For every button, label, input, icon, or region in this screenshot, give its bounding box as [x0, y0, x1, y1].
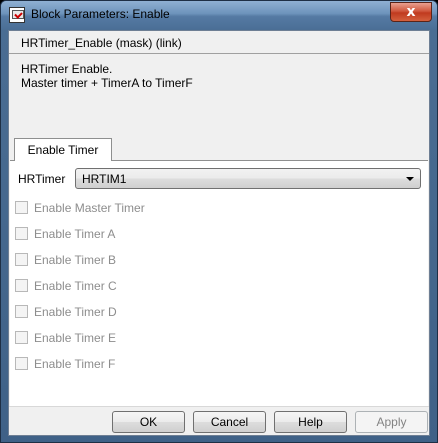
enable-timer-d-checkbox[interactable] — [15, 305, 28, 318]
hrtimer-select-value: HRTIM1 — [82, 172, 127, 186]
tab-enable-timer[interactable]: Enable Timer — [14, 138, 112, 161]
window-title: Block Parameters: Enable — [31, 7, 170, 21]
hrtimer-select[interactable]: HRTIM1 — [75, 168, 421, 189]
enable-master-timer-label: Enable Master Timer — [34, 201, 145, 215]
enable-timer-e-label: Enable Timer E — [34, 331, 117, 345]
enable-timer-c-checkbox[interactable] — [15, 279, 28, 292]
mask-header: HRTimer_Enable (mask) (link) HRTimer Ena… — [9, 31, 429, 135]
dialog-client-area: HRTimer_Enable (mask) (link) HRTimer Ena… — [8, 30, 430, 436]
close-icon: x — [406, 4, 416, 20]
enable-master-timer-checkbox[interactable] — [15, 201, 28, 214]
cancel-button[interactable]: Cancel — [193, 411, 266, 433]
simulink-block-icon — [9, 7, 25, 23]
title-bar[interactable]: Block Parameters: Enable x — [1, 1, 437, 29]
footer-divider — [9, 406, 429, 407]
enable-timer-b-checkbox[interactable] — [15, 253, 28, 266]
apply-button[interactable]: Apply — [355, 411, 428, 433]
tab-panel-enable-timer: HRTimer HRTIM1 Enable Master Timer Enabl… — [10, 160, 428, 406]
enable-timer-a-checkbox[interactable] — [15, 227, 28, 240]
enable-timer-f-checkbox[interactable] — [15, 357, 28, 370]
help-button[interactable]: Help — [274, 411, 347, 433]
header-divider — [9, 53, 429, 54]
enable-timer-e-checkbox[interactable] — [15, 331, 28, 344]
description-line-2: Master timer + TimerA to TimerF — [21, 76, 193, 90]
mask-description: HRTimer Enable. Master timer + TimerA to… — [21, 62, 193, 90]
mask-title: HRTimer_Enable (mask) (link) — [21, 36, 182, 50]
close-button[interactable]: x — [390, 2, 432, 22]
enable-timer-f-label: Enable Timer F — [34, 357, 116, 371]
chevron-down-icon — [406, 177, 414, 181]
hrtimer-label: HRTimer — [18, 172, 66, 186]
dialog-window: Block Parameters: Enable x HRTimer_Enabl… — [0, 0, 438, 443]
description-line-1: HRTimer Enable. — [21, 62, 113, 76]
enable-timer-c-label: Enable Timer C — [34, 279, 117, 293]
ok-button[interactable]: OK — [112, 411, 185, 433]
enable-timer-a-label: Enable Timer A — [34, 227, 116, 241]
enable-timer-d-label: Enable Timer D — [34, 305, 117, 319]
enable-timer-b-label: Enable Timer B — [34, 253, 117, 267]
